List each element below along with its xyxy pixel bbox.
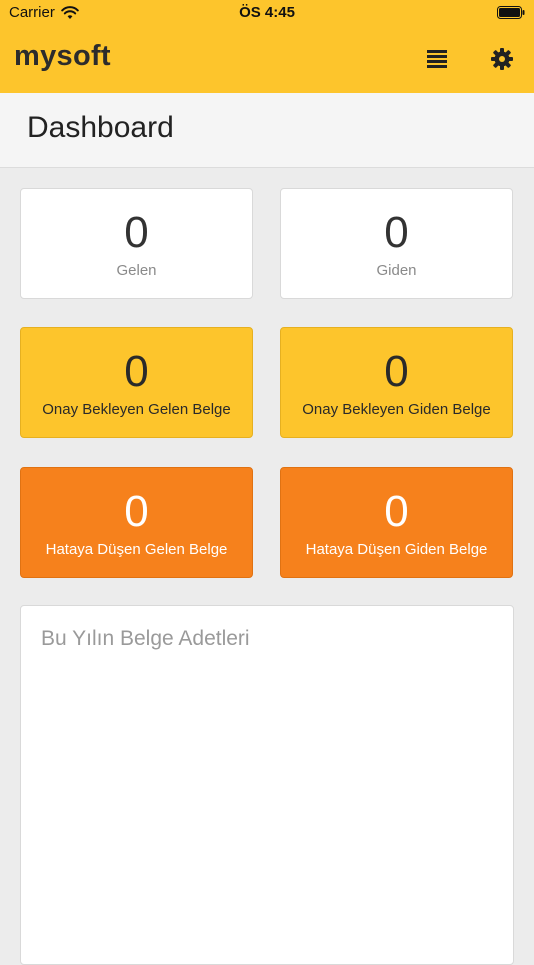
error-outgoing-label: Hataya Düşen Giden Belge bbox=[305, 541, 488, 558]
error-outgoing-count: 0 bbox=[384, 487, 409, 536]
pending-incoming-label: Onay Bekleyen Gelen Belge bbox=[42, 401, 231, 418]
settings-button[interactable] bbox=[489, 46, 515, 72]
outgoing-count: 0 bbox=[384, 208, 409, 257]
list-icon bbox=[427, 50, 447, 68]
error-incoming-label: Hataya Düşen Gelen Belge bbox=[45, 541, 228, 558]
pending-outgoing-label: Onay Bekleyen Giden Belge bbox=[302, 401, 491, 418]
pending-outgoing-card[interactable]: 0 Onay Bekleyen Giden Belge bbox=[280, 327, 513, 438]
incoming-count: 0 bbox=[124, 208, 149, 257]
error-incoming-card[interactable]: 0 Hataya Düşen Gelen Belge bbox=[20, 467, 253, 578]
incoming-card[interactable]: 0 Gelen bbox=[20, 188, 253, 299]
outgoing-label: Giden bbox=[376, 262, 417, 279]
menu-button[interactable] bbox=[424, 46, 450, 72]
status-time: ÖS 4:45 bbox=[239, 4, 295, 21]
app-header: mysoft bbox=[0, 26, 534, 93]
pending-outgoing-count: 0 bbox=[384, 347, 409, 396]
error-outgoing-card[interactable]: 0 Hataya Düşen Giden Belge bbox=[280, 467, 513, 578]
gear-icon bbox=[491, 48, 513, 70]
pending-incoming-card[interactable]: 0 Onay Bekleyen Gelen Belge bbox=[20, 327, 253, 438]
chart-panel-title: Bu Yılın Belge Adetleri bbox=[41, 627, 250, 650]
pending-incoming-count: 0 bbox=[124, 347, 149, 396]
yearly-documents-panel: Bu Yılın Belge Adetleri bbox=[20, 605, 514, 965]
page-title: Dashboard bbox=[27, 111, 174, 144]
error-incoming-count: 0 bbox=[124, 487, 149, 536]
status-bar: Carrier ÖS 4:45 bbox=[0, 0, 534, 26]
outgoing-card[interactable]: 0 Giden bbox=[280, 188, 513, 299]
battery-icon bbox=[497, 6, 525, 19]
incoming-label: Gelen bbox=[116, 262, 157, 279]
title-bar: Dashboard bbox=[0, 93, 534, 168]
brand-logo: mysoft bbox=[14, 40, 111, 72]
